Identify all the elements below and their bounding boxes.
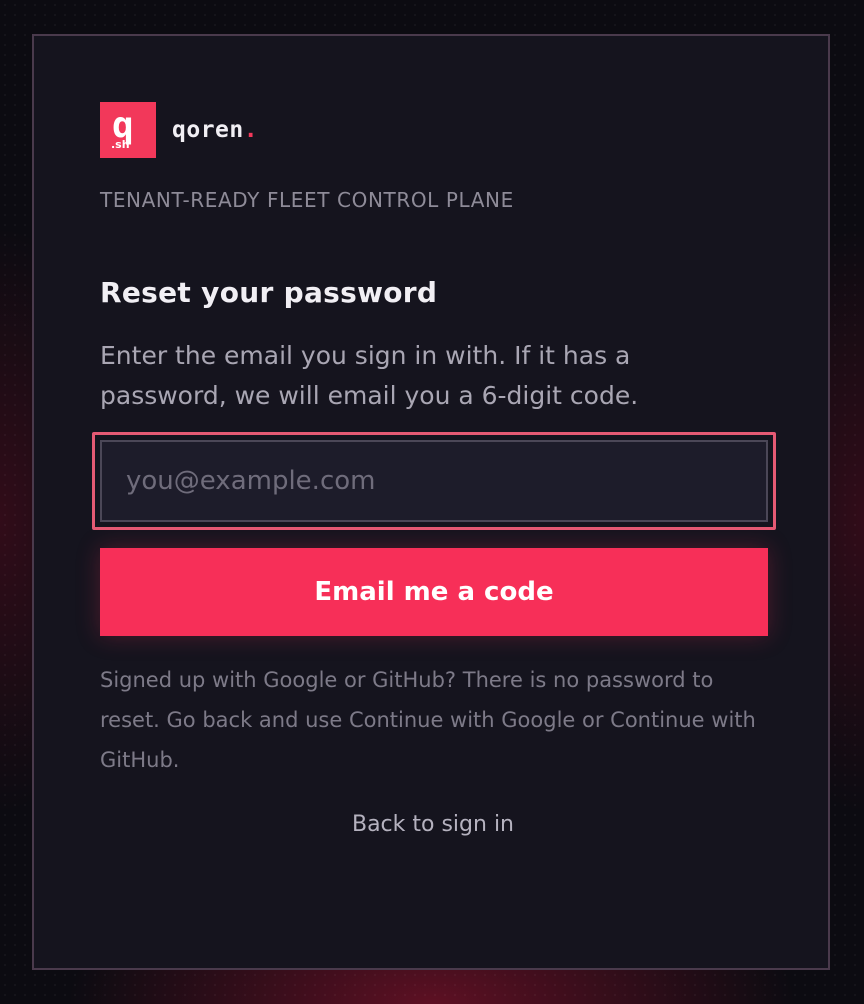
- qoren-logo-icon: q .sh: [100, 102, 156, 158]
- email-me-a-code-button[interactable]: Email me a code: [100, 548, 768, 636]
- oauth-note-text: Signed up with Google or GitHub? There i…: [100, 668, 756, 772]
- brand-name-dot: .: [243, 117, 258, 143]
- logo-suffix: .sh: [111, 138, 130, 151]
- tagline: TENANT-READY FLEET CONTROL PLANE: [100, 188, 514, 212]
- brand-header: q .sh qoren.: [100, 102, 258, 158]
- email-field-focus-ring: [92, 432, 776, 530]
- email-field[interactable]: [100, 440, 768, 522]
- back-to-sign-in-link[interactable]: Back to sign in: [34, 812, 832, 837]
- brand-name: qoren: [172, 117, 244, 143]
- page-title: Reset your password: [100, 276, 438, 309]
- instructions-text: Enter the email you sign in with. If it …: [100, 341, 639, 410]
- reset-password-card: q .sh qoren. TENANT-READY FLEET CONTROL …: [32, 34, 830, 970]
